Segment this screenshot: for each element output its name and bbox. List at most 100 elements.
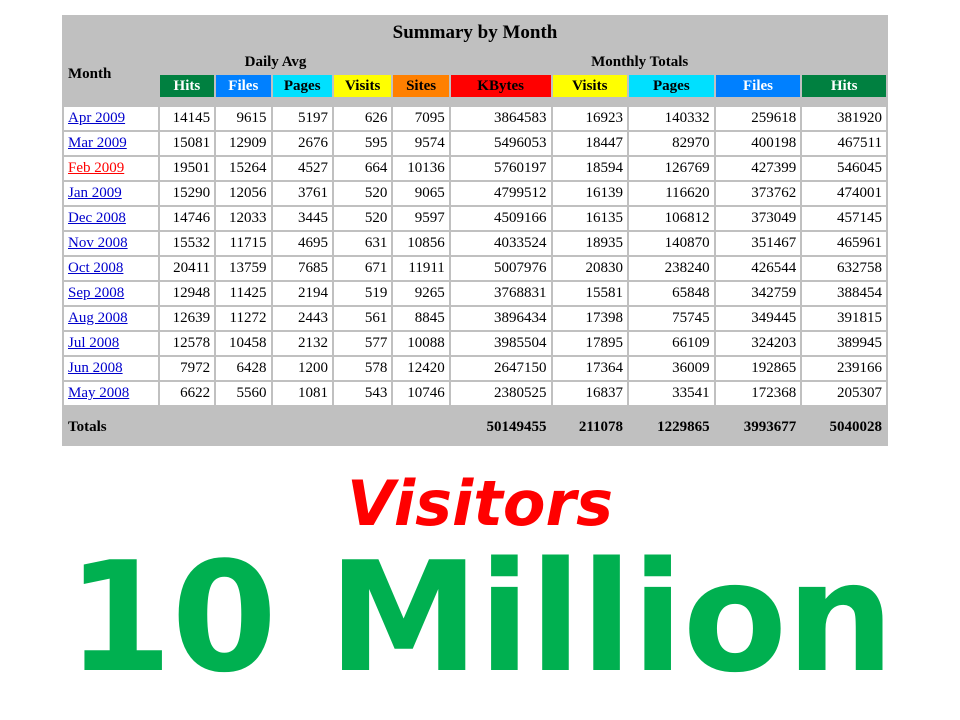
table-cell: 36009	[629, 357, 714, 380]
table-cell: 2443	[272, 307, 332, 330]
table-row: Dec 2008 14746 12033 3445 520 9597 4509166 1613…	[64, 207, 886, 230]
totals-cell: 1229865	[629, 415, 714, 439]
table-cell: 238240	[629, 257, 714, 280]
table-cell: 1200	[272, 357, 332, 380]
table-cell: 577	[333, 332, 392, 355]
table-row: Mar 2009 15081 12909 2676 595 9574 5496053 1844…	[64, 132, 886, 155]
column-header-hits: Hits	[802, 75, 886, 97]
month-cell: Dec 2008	[64, 207, 158, 230]
table-cell: 632758	[802, 257, 886, 280]
month-cell: Jul 2008	[64, 332, 158, 355]
table-cell: 19501	[159, 157, 215, 180]
table-cell: 9597	[393, 207, 449, 230]
table-cell: 9265	[393, 282, 449, 305]
table-cell: 106812	[629, 207, 714, 230]
column-header-visits: Visits	[552, 75, 628, 97]
table-cell: 457145	[802, 207, 886, 230]
table-cell: 18935	[552, 232, 628, 255]
summary-panel: Summary by Month Month Daily Avg Monthly…	[62, 15, 888, 446]
table-cell: 3896434	[450, 307, 551, 330]
table-cell: 4509166	[450, 207, 551, 230]
table-cell: 671	[333, 257, 392, 280]
month-link[interactable]: Apr 2009	[68, 110, 125, 126]
table-cell: 9615	[216, 107, 271, 130]
table-cell: 578	[333, 357, 392, 380]
table-cell: 427399	[715, 157, 801, 180]
table-cell: 172368	[715, 382, 801, 405]
table-cell: 543	[333, 382, 392, 405]
table-cell: 3761	[272, 182, 332, 205]
month-link[interactable]: Dec 2008	[68, 210, 126, 226]
table-cell: 351467	[715, 232, 801, 255]
table-cell: 520	[333, 182, 392, 205]
table-cell: 426544	[715, 257, 801, 280]
header-spacer	[64, 99, 886, 105]
table-cell: 631	[333, 232, 392, 255]
table-cell: 10746	[393, 382, 449, 405]
table-cell: 116620	[629, 182, 714, 205]
table-row: Aug 2008 12639 11272 2443 561 8845 3896434 1739…	[64, 307, 886, 330]
month-link[interactable]: May 2008	[68, 385, 129, 401]
table-cell: 400198	[715, 132, 801, 155]
month-link[interactable]: Mar 2009	[68, 135, 127, 151]
table-cell: 65848	[629, 282, 714, 305]
table-row: Nov 2008 15532 11715 4695 631 10856 4033524 189…	[64, 232, 886, 255]
month-link[interactable]: Aug 2008	[68, 310, 128, 326]
table-cell: 7095	[393, 107, 449, 130]
table-cell: 14145	[159, 107, 215, 130]
table-cell: 18447	[552, 132, 628, 155]
table-cell: 5496053	[450, 132, 551, 155]
table-cell: 192865	[715, 357, 801, 380]
table-cell: 2676	[272, 132, 332, 155]
totals-cell: 50149455	[450, 415, 551, 439]
table-cell: 373049	[715, 207, 801, 230]
month-cell: Nov 2008	[64, 232, 158, 255]
table-cell: 5197	[272, 107, 332, 130]
table-cell: 18594	[552, 157, 628, 180]
table-cell: 12578	[159, 332, 215, 355]
month-cell: May 2008	[64, 382, 158, 405]
table-cell: 15290	[159, 182, 215, 205]
table-cell: 6428	[216, 357, 271, 380]
table-cell: 2194	[272, 282, 332, 305]
month-link[interactable]: Jun 2008	[68, 360, 123, 376]
month-link[interactable]: Sep 2008	[68, 285, 124, 301]
table-cell: 388454	[802, 282, 886, 305]
table-cell: 2380525	[450, 382, 551, 405]
month-link[interactable]: Feb 2009	[68, 160, 124, 176]
table-cell: 12948	[159, 282, 215, 305]
table-cell: 75745	[629, 307, 714, 330]
table-cell: 373762	[715, 182, 801, 205]
table-cell: 5560	[216, 382, 271, 405]
table-cell: 6622	[159, 382, 215, 405]
month-cell: Mar 2009	[64, 132, 158, 155]
table-cell: 2647150	[450, 357, 551, 380]
table-cell: 13759	[216, 257, 271, 280]
table-cell: 16923	[552, 107, 628, 130]
table-cell: 5007976	[450, 257, 551, 280]
table-cell: 10136	[393, 157, 449, 180]
month-cell: Aug 2008	[64, 307, 158, 330]
month-link[interactable]: Jul 2008	[68, 335, 119, 351]
table-cell: 12056	[216, 182, 271, 205]
column-header-sites: Sites	[393, 75, 449, 97]
table-cell: 82970	[629, 132, 714, 155]
table-cell: 20411	[159, 257, 215, 280]
table-cell: 349445	[715, 307, 801, 330]
table-cell: 259618	[715, 107, 801, 130]
month-link[interactable]: Oct 2008	[68, 260, 123, 276]
month-link[interactable]: Jan 2009	[68, 185, 122, 201]
table-cell: 11911	[393, 257, 449, 280]
column-header-pages: Pages	[629, 75, 714, 97]
table-cell: 520	[333, 207, 392, 230]
column-header-row: Hits Files Pages Visits Sites KBytes Visits Pag…	[64, 75, 886, 97]
totals-label: Totals	[64, 415, 449, 439]
month-cell: Sep 2008	[64, 282, 158, 305]
table-cell: 9065	[393, 182, 449, 205]
month-link[interactable]: Nov 2008	[68, 235, 128, 251]
summary-table: Summary by Month Month Daily Avg Monthly…	[62, 15, 888, 441]
table-cell: 11715	[216, 232, 271, 255]
table-cell: 17895	[552, 332, 628, 355]
table-cell: 474001	[802, 182, 886, 205]
table-row: Jan 2009 15290 12056 3761 520 9065 4799512 1613…	[64, 182, 886, 205]
